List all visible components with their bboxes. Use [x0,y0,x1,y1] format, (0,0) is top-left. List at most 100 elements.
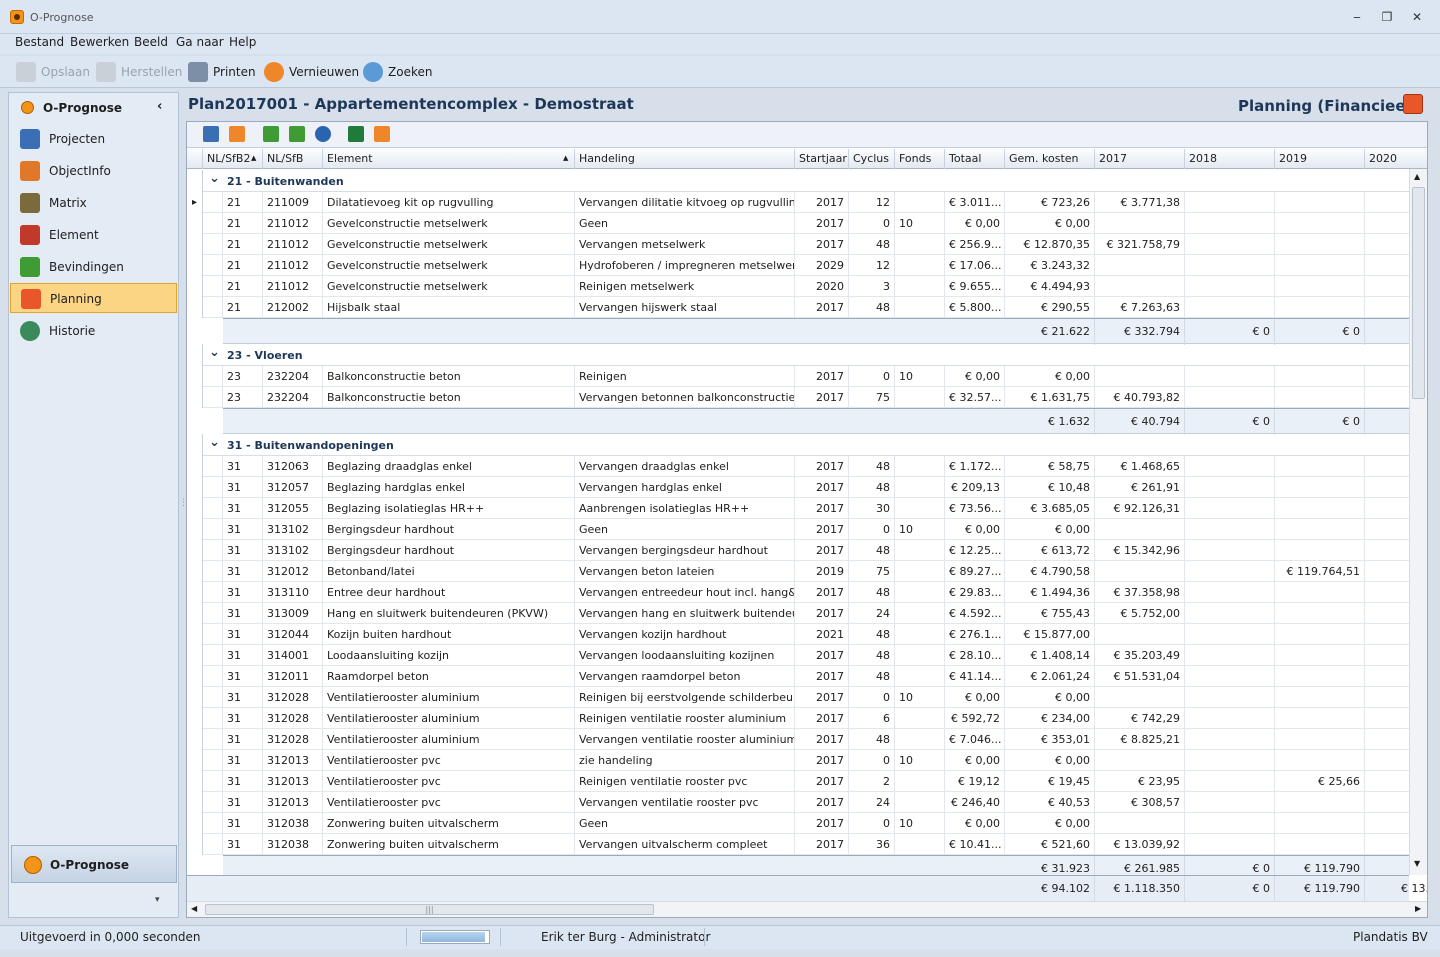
sidebar-item-matrix[interactable]: Matrix [10,188,177,218]
table-row[interactable]: 31 312028 Ventilatierooster aluminium Reini… [187,687,1409,708]
cell-2017: € 37.358,98 [1095,582,1185,603]
scroll-left-icon[interactable]: ◀ [191,904,197,913]
cell-2018 [1185,234,1275,255]
restore-button[interactable]: Herstellen [96,60,182,84]
cell-startjaar: 2017 [795,297,849,318]
scroll-down-icon[interactable]: ▼ [1414,859,1420,868]
table-row[interactable]: 31 313009 Hang en sluitwerk buitendeuren (… [187,603,1409,624]
group-row[interactable]: ⌄ 21 - Buitenwanden [203,170,1409,192]
table-row[interactable]: 31 312057 Beglazing hardglas enkel Vervange… [187,477,1409,498]
collapse-group-icon[interactable]: ⌄ [209,345,220,360]
collapse-group-icon[interactable]: ⌄ [209,171,220,186]
table-row[interactable]: 21 212002 Hijsbalk staal Vervangen hijswerk… [187,297,1409,318]
header-col-2020[interactable]: 2020 [1365,149,1427,169]
table-row[interactable]: 21 211012 Gevelconstructie metselwerk Verva… [187,234,1409,255]
table-row[interactable]: 31 314001 Loodaansluiting kozijn Vervangen … [187,645,1409,666]
close-button[interactable]: ✕ [1406,9,1428,25]
table-row[interactable]: 31 312038 Zonwering buiten uitvalscherm Gee… [187,813,1409,834]
excel-icon[interactable] [348,126,364,142]
group-row[interactable]: ⌄ 31 - Buitenwandopeningen [203,434,1409,456]
cell-2017 [1095,561,1185,582]
vertical-scrollbar[interactable]: ▲ ▼ [1409,169,1427,875]
table-row[interactable]: 31 312012 Betonband/latei Vervangen beton l… [187,561,1409,582]
scroll-right-icon[interactable]: ▶ [1415,904,1421,913]
vertical-scroll-thumb[interactable] [1412,187,1425,399]
cell-2019 [1275,603,1365,624]
header-col-element[interactable]: Element [323,149,575,169]
table-row[interactable]: 31 312028 Ventilatierooster aluminium Verva… [187,729,1409,750]
table-row[interactable]: 31 312044 Kozijn buiten hardhout Vervangen … [187,624,1409,645]
save-button[interactable]: Opslaan [16,60,90,84]
menu-bewerken[interactable]: Bewerken [70,35,129,49]
cell-startjaar: 2020 [795,276,849,297]
table-row[interactable]: 21 211012 Gevelconstructie metselwerk Geen 2… [187,213,1409,234]
table-row[interactable]: 31 312063 Beglazing draadglas enkel Vervang… [187,456,1409,477]
collapse-group-icon[interactable]: ⌄ [209,435,220,450]
header-col-2019[interactable]: 2019 [1275,149,1365,169]
cell-handeling: Vervangen betonnen balkonconstructie [575,387,795,408]
header-col-startjaar[interactable]: Startjaar [795,149,849,169]
maximize-button[interactable]: ❐ [1376,9,1398,25]
horizontal-scrollbar[interactable]: ◀ ||| ▶ [187,901,1427,917]
menu-bestand[interactable]: Bestand [15,35,64,49]
cell-fonds [895,792,945,813]
table-row[interactable]: 21 211012 Gevelconstructie metselwerk Reini… [187,276,1427,297]
refresh-button[interactable]: Vernieuwen [264,60,359,84]
cell-totaal: € 7.046... [945,729,1005,750]
table-row[interactable]: 31 312013 Ventilatierooster pvc zie handeli… [187,750,1409,771]
sidebar-item-historie[interactable]: Historie [10,316,177,346]
table-row[interactable]: ▸ 21 211009 Dilatatievoeg kit op rugvulling… [187,192,1409,213]
scroll-up-icon[interactable]: ▲ [1414,172,1420,181]
check-icon[interactable] [289,126,305,142]
horizontal-scroll-thumb[interactable]: ||| [205,904,654,915]
sort-asc-icon[interactable]: ▲ [563,154,568,162]
euro-icon[interactable] [315,126,331,142]
cell-cyclus: 0 [849,213,895,234]
table-row[interactable]: 21 211012 Gevelconstructie metselwerk Hydro… [187,255,1409,276]
sidebar-module-button[interactable]: O-Prognose [11,845,177,883]
sidebar-more-icon[interactable]: ▾ [155,895,160,905]
cell-totaal: € 592,72 [945,708,1005,729]
group-row[interactable]: ⌄ 23 - Vloeren [203,344,1409,366]
sidebar-item-element[interactable]: Element [10,220,177,250]
table-row[interactable]: 31 312055 Beglazing isolatieglas HR++ Aanbr… [187,498,1409,519]
group-indent [203,561,223,582]
table-row[interactable]: 31 313102 Bergingsdeur hardhout Vervangen b… [187,540,1409,561]
cell-nlsfb2: 23 [223,366,263,387]
sidebar-item-objectinfo[interactable]: ObjectInfo [10,156,177,186]
table-row[interactable]: 31 312038 Zonwering buiten uitvalscherm Ver… [187,834,1409,855]
header-col-totaal[interactable]: Totaal [945,149,1005,169]
collapse-sidebar-icon[interactable]: ‹ [157,99,162,114]
print-button[interactable]: Printen [188,60,256,84]
table-row[interactable]: 31 312013 Ventilatierooster pvc Vervangen v… [187,792,1409,813]
header-col-fonds[interactable]: Fonds [895,149,945,169]
print-grid-icon[interactable] [374,126,390,142]
header-col-cyclus[interactable]: Cyclus [849,149,895,169]
table-row[interactable]: 31 312011 Raamdorpel beton Vervangen raamdo… [187,666,1409,687]
header-col-handeling[interactable]: Handeling [575,149,795,169]
table-row[interactable]: 31 312028 Ventilatierooster aluminium Reini… [187,708,1409,729]
table-row[interactable]: 31 313110 Entree deur hardhout Vervangen en… [187,582,1409,603]
table-row[interactable]: 31 313102 Bergingsdeur hardhout Geen 2017 0 10… [187,519,1409,540]
sidebar-item-planning[interactable]: Planning [10,283,177,313]
menu-ga-naar[interactable]: Ga naar [176,35,224,49]
search-button[interactable]: Zoeken [363,60,432,84]
menu-help[interactable]: Help [229,35,256,49]
table-row[interactable]: 23 232204 Balkonconstructie beton Reinigen 2… [187,366,1409,387]
header-col-gem-kosten[interactable]: Gem. kosten [1005,149,1095,169]
sort-asc-icon[interactable]: ▲ [251,154,256,162]
sidebar-splitter[interactable]: ⋮ [179,499,188,518]
expand-icon[interactable] [263,126,279,142]
minimize-button[interactable]: ‒ [1346,9,1368,25]
sidebar-item-bevindingen[interactable]: Bevindingen [10,252,177,282]
menu-beeld[interactable]: Beeld [134,35,168,49]
header-col-nlsfb[interactable]: NL/SfB [263,149,323,169]
table-row[interactable]: 31 312013 Ventilatierooster pvc Reinigen ve… [187,771,1409,792]
header-col-2017[interactable]: 2017 [1095,149,1185,169]
table-row[interactable]: 23 232204 Balkonconstructie beton Vervangen… [187,387,1409,408]
tools-icon[interactable] [229,126,245,142]
restore-label: Herstellen [121,65,183,79]
settings-icon[interactable] [203,126,219,142]
header-col-2018[interactable]: 2018 [1185,149,1275,169]
sidebar-item-projecten[interactable]: Projecten [10,124,177,154]
